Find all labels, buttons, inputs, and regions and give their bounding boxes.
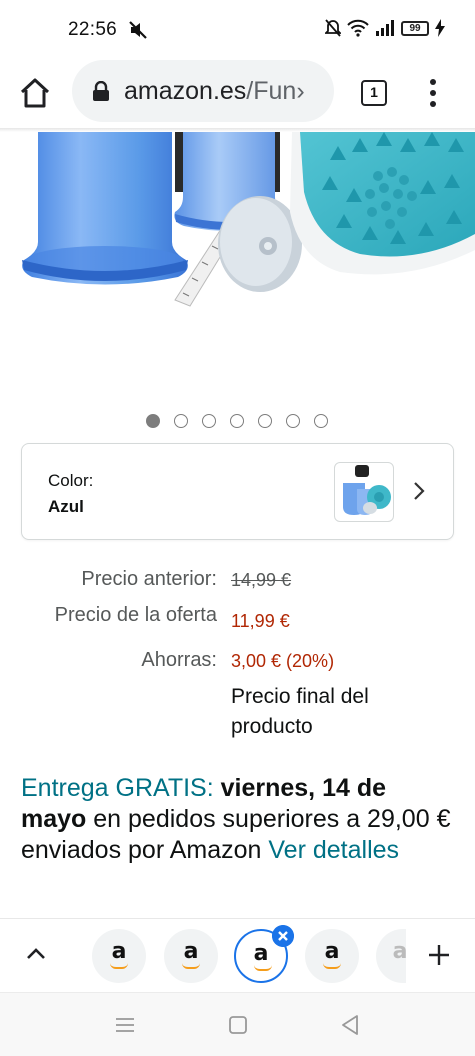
url-domain: amazon.es — [124, 77, 247, 105]
url-text: amazon.es/Fun› — [124, 77, 322, 106]
carousel-dot[interactable] — [174, 414, 188, 428]
wifi-icon — [347, 19, 369, 37]
image-carousel-indicator[interactable] — [146, 414, 328, 428]
carousel-dot[interactable] — [146, 414, 160, 428]
savings-label: Ahorras: — [141, 649, 217, 671]
url-path: /Fun› — [246, 77, 305, 105]
mute-icon — [129, 21, 147, 39]
status-time: 22:56 — [68, 19, 118, 40]
battery-icon: 99 — [401, 20, 429, 36]
previous-price-value: 14,99 € — [231, 570, 292, 590]
carousel-dot[interactable] — [258, 414, 272, 428]
home-icon[interactable] — [18, 76, 52, 110]
product-photo — [22, 132, 475, 307]
signal-icon — [376, 20, 394, 36]
chevron-right-icon — [414, 482, 425, 500]
chevron-up-icon[interactable] — [24, 943, 48, 963]
carousel-dot[interactable] — [286, 414, 300, 428]
lock-icon — [93, 81, 109, 101]
browser-toolbar: amazon.es/Fun› 1 — [0, 58, 475, 128]
amazon-smile-icon — [254, 965, 272, 971]
tab-thumbnail[interactable]: a — [164, 929, 218, 983]
savings-value: 3,00 € (20%) — [231, 651, 335, 671]
variation-label: Color: — [48, 471, 94, 490]
product-image[interactable] — [0, 132, 475, 392]
more-vert-icon[interactable] — [422, 76, 444, 110]
system-nav-bar — [0, 992, 475, 1056]
amazon-favicon: a — [392, 939, 406, 964]
free-delivery-label: Entrega GRATIS: — [21, 774, 214, 802]
recents-icon[interactable] — [113, 1013, 137, 1037]
variation-thumbnail — [334, 462, 394, 522]
tab-thumbnail-active[interactable]: a — [234, 925, 294, 983]
color-variation-selector[interactable]: Color: Azul — [21, 443, 454, 540]
tab-strip: a a a a a — [0, 918, 475, 992]
close-tab-icon[interactable] — [272, 925, 294, 947]
tab-thumbnail[interactable]: a — [92, 929, 146, 983]
offer-price-label: Precio de la oferta — [54, 604, 217, 626]
alarm-off-icon — [325, 19, 341, 37]
home-nav-icon[interactable] — [226, 1013, 250, 1037]
carousel-dot[interactable] — [230, 414, 244, 428]
tab-switcher-button[interactable]: 1 — [361, 80, 387, 106]
variation-value: Azul — [48, 497, 84, 516]
delivery-details-link[interactable]: Ver detalles — [268, 836, 399, 864]
amazon-smile-icon — [323, 963, 341, 969]
status-right-icons: 99 — [325, 19, 445, 37]
add-tab-icon[interactable] — [427, 943, 451, 967]
back-icon[interactable] — [338, 1013, 362, 1037]
final-price-note: Precio final del producto — [231, 685, 369, 738]
tab-thumbnail[interactable]: a — [305, 929, 359, 983]
url-bar[interactable]: amazon.es/Fun› — [72, 60, 334, 122]
amazon-favicon: a — [111, 939, 127, 964]
tab-thumbnail-partial[interactable]: a — [376, 929, 406, 983]
amazon-favicon: a — [324, 939, 340, 964]
previous-price-label: Precio anterior: — [81, 568, 217, 590]
carousel-dot[interactable] — [314, 414, 328, 428]
status-bar: 22:56 99 — [0, 0, 475, 58]
offer-price-value: 11,99 € — [231, 611, 290, 631]
amazon-smile-icon — [182, 963, 200, 969]
amazon-smile-icon — [110, 963, 128, 969]
carousel-dot[interactable] — [202, 414, 216, 428]
delivery-message: Entrega GRATIS: viernes, 14 de mayo en p… — [21, 773, 451, 866]
charging-icon — [435, 19, 445, 37]
amazon-favicon: a — [183, 939, 199, 964]
